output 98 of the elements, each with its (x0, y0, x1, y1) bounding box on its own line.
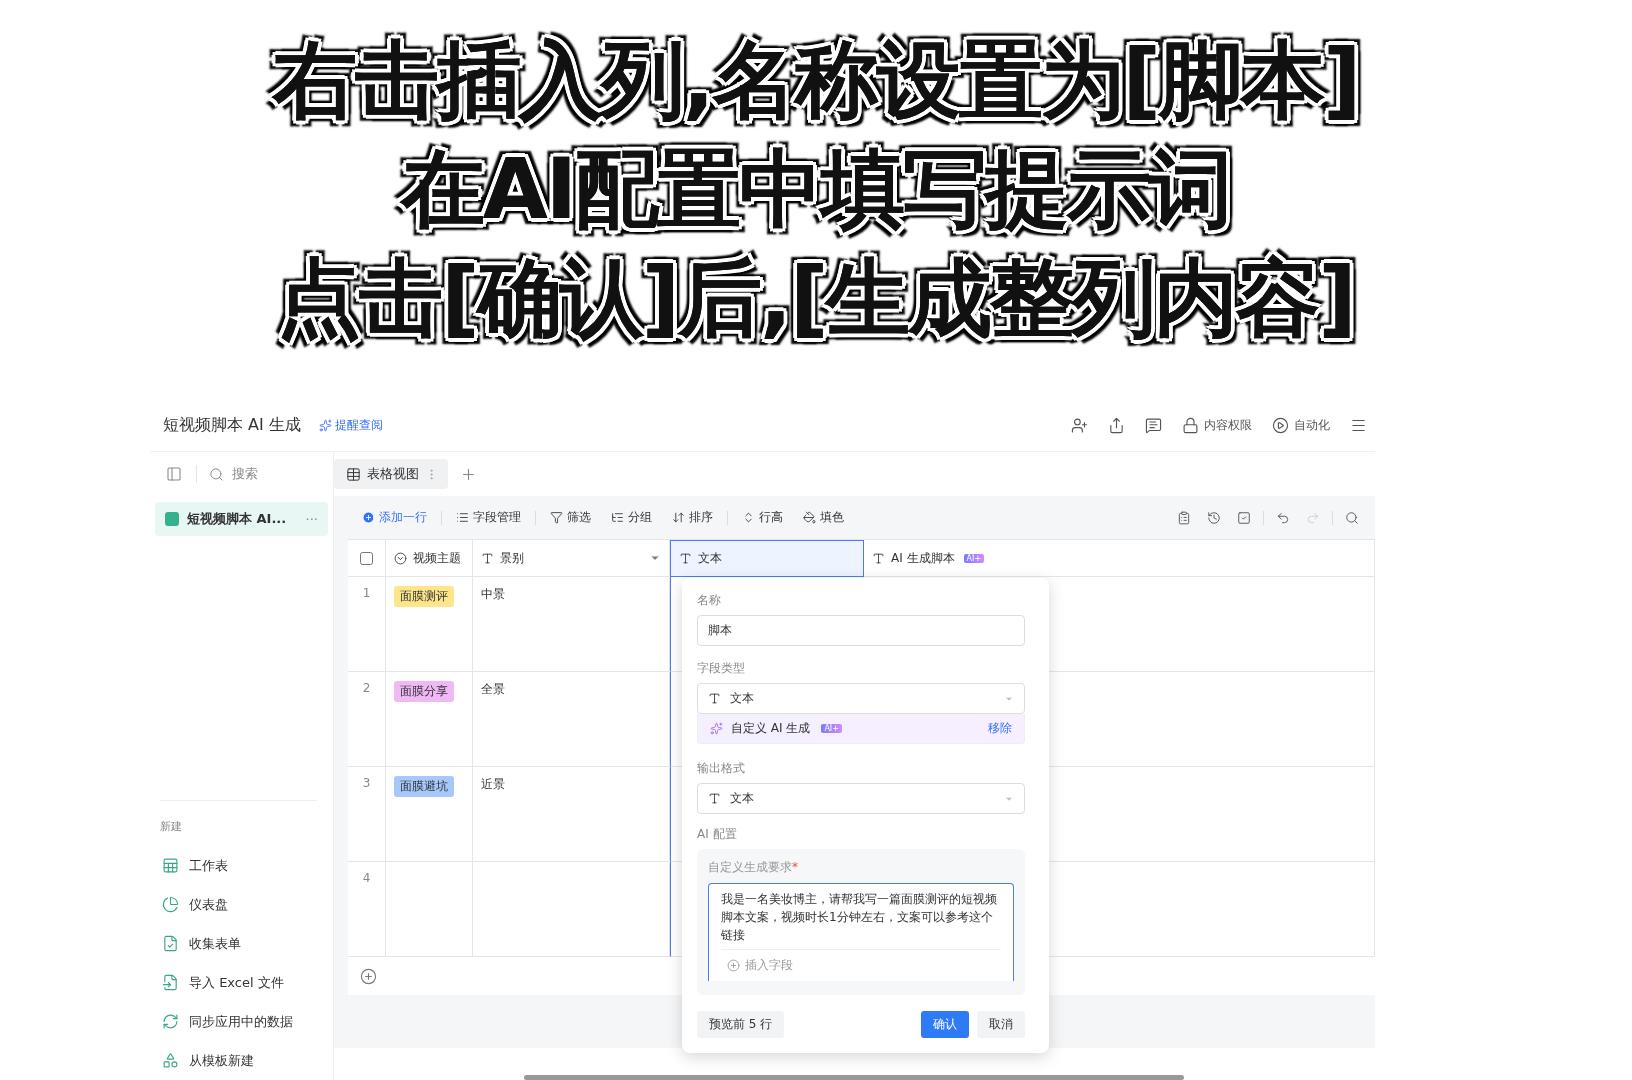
cancel-button[interactable]: 取消 (977, 1010, 1025, 1038)
play-icon (1272, 417, 1289, 434)
group-icon (611, 511, 624, 524)
paint-bucket-icon (803, 511, 816, 524)
comment-button[interactable] (1145, 417, 1162, 434)
new-item[interactable]: 导入 Excel 文件 (160, 963, 317, 1002)
section-title: 新建 (160, 819, 183, 834)
search-icon (209, 466, 224, 482)
ai-option: 自定义 AI 生成 AI+ 移除 (697, 714, 1025, 744)
dropdown-circle-icon (394, 551, 407, 565)
column-title: 视频主题 (413, 549, 461, 567)
header-action[interactable]: 自动化 (1272, 417, 1330, 434)
toolbar-button[interactable]: 行高 (734, 509, 791, 526)
column-header[interactable]: 视频主题 (386, 540, 473, 577)
search-icon (1345, 510, 1359, 525)
remove-link[interactable]: 移除 (988, 720, 1012, 737)
redo-icon (1306, 510, 1320, 525)
prompt-label: 自定义生成要求* (708, 859, 799, 876)
new-item[interactable]: 仪表盘 (160, 885, 317, 924)
pie-chart-icon (162, 896, 179, 913)
shapes-icon (162, 1052, 179, 1069)
filter-icon (550, 511, 563, 524)
caption-line: 在AI配置中填写提示词 (400, 139, 1232, 240)
select-all-checkbox[interactable] (360, 551, 373, 565)
topic-tag: 面膜测评 (394, 586, 454, 607)
lock-icon (1182, 417, 1199, 434)
table-cell: 全景 (473, 672, 670, 767)
column-title: 景别 (500, 549, 524, 567)
column-title: AI 生成脚本 (891, 549, 955, 567)
text-icon (481, 551, 494, 565)
add-user-icon (1071, 417, 1088, 434)
form-icon (162, 935, 179, 952)
new-item[interactable]: 工作表 (160, 846, 317, 885)
column-header[interactable]: 文本 (670, 540, 864, 577)
table-cell: 近景 (473, 767, 670, 862)
plus-circle-icon (727, 959, 740, 972)
text-icon (708, 792, 721, 805)
share-icon (1108, 417, 1125, 434)
sparkle-icon (710, 722, 723, 735)
document-title: 短视频脚本 AI 生成 (163, 415, 301, 436)
plus-circle-icon (362, 511, 375, 524)
toolbar-button[interactable]: 字段管理 (448, 509, 529, 526)
ai-badge: AI+ (821, 724, 842, 733)
sort-icon (672, 511, 685, 524)
comment-icon (1145, 417, 1162, 434)
remind-link[interactable]: 提醒查阅 (318, 417, 383, 434)
header-action[interactable]: 内容权限 (1182, 417, 1252, 434)
topic-tag: 面膜分享 (394, 681, 454, 702)
caption-line: 点击[确认]后,[生成整列内容] (277, 248, 1355, 349)
row-number: 2 (348, 672, 386, 767)
toolbar-button[interactable]: 筛选 (542, 509, 599, 526)
menu-button[interactable] (1350, 417, 1367, 434)
output-format-select[interactable]: 文本 (697, 783, 1025, 814)
text-icon (679, 552, 692, 565)
row-number: 3 (348, 767, 386, 862)
row-number: 1 (348, 577, 386, 672)
history-icon (1207, 510, 1221, 525)
toolbar-button[interactable]: 填色 (795, 509, 852, 526)
sidebar-toggle-icon (166, 466, 182, 482)
field-label: AI 配置 (697, 826, 738, 843)
ai-badge: AI+ (963, 553, 985, 563)
add-user-button[interactable] (1071, 417, 1088, 434)
new-item[interactable]: 从模板新建 (160, 1041, 317, 1080)
column-header[interactable]: 景别 (473, 540, 670, 577)
preview-button[interactable]: 预览前 5 行 (697, 1010, 785, 1038)
column-title: 文本 (698, 550, 722, 567)
new-item[interactable]: 同步应用中的数据 (160, 1002, 317, 1041)
field-label: 名称 (697, 592, 722, 609)
toolbar-button[interactable]: 排序 (664, 509, 721, 526)
caption-line: 右击插入列,名称设置为[脚本] (272, 30, 1360, 131)
field-label: 输出格式 (697, 760, 746, 777)
share-button[interactable] (1108, 417, 1125, 434)
row-height-icon (742, 511, 755, 524)
confirm-button[interactable]: 确认 (921, 1010, 969, 1038)
sheet-icon (162, 857, 179, 874)
import-icon (162, 974, 179, 991)
new-item[interactable]: 收集表单 (160, 924, 317, 963)
sidebar-item[interactable]: 短视频脚本 AI... ··· (155, 502, 328, 536)
text-icon (708, 692, 721, 705)
clipboard-icon (1177, 510, 1191, 525)
prompt-field[interactable]: 我是一名美妆博主，请帮我写一篇面膜测评的短视频脚本文案，视频时长1分钟左右，文案可以参考这个链接 插入字段 (708, 883, 1014, 981)
field-type-select[interactable]: 文本 (697, 683, 1025, 714)
checkbox-icon (1237, 510, 1251, 525)
table-cell: 中景 (473, 577, 670, 672)
sync-icon (162, 1013, 179, 1030)
column-header[interactable]: AI 生成脚本 AI+ (864, 540, 1375, 577)
list-icon (456, 511, 469, 524)
view-tab[interactable]: 表格视图 (334, 459, 448, 489)
undo-icon (1276, 510, 1290, 525)
topic-tag: 面膜避坑 (394, 776, 454, 797)
add-row-icon (360, 967, 377, 985)
text-icon (872, 551, 885, 565)
menu-icon (1350, 417, 1367, 434)
search-field[interactable]: 搜索 (196, 465, 258, 483)
name-field[interactable]: 脚本 (697, 615, 1025, 646)
toolbar-button[interactable]: 分组 (603, 509, 660, 526)
toolbar-button[interactable]: 添加一行 (354, 509, 435, 526)
field-label: 字段类型 (697, 660, 746, 677)
